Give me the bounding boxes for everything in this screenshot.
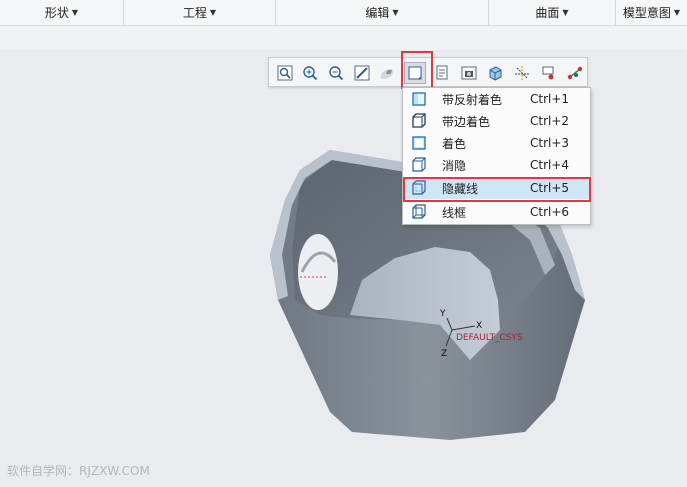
menu-item-label: 带反射着色 bbox=[442, 92, 503, 107]
hidden-line-icon bbox=[410, 179, 428, 197]
shading-icon bbox=[410, 134, 428, 152]
menu-item-label: 线框 bbox=[442, 205, 467, 220]
annotation-display-icon[interactable] bbox=[564, 62, 586, 84]
ribbon-group-surface[interactable]: 曲面 ▼ bbox=[489, 0, 616, 25]
ribbon-group-model-intent[interactable]: 模型意图 ▼ bbox=[616, 0, 687, 25]
zoom-out-icon[interactable] bbox=[325, 62, 347, 84]
csys-axis-x: X bbox=[476, 321, 482, 331]
no-hidden-icon bbox=[410, 156, 428, 174]
chevron-down-icon: ▼ bbox=[209, 8, 217, 17]
menu-item-no-hidden[interactable]: 消隐 Ctrl+4 bbox=[404, 154, 589, 176]
menu-item-hidden-line[interactable]: 隐藏线 Ctrl+5 bbox=[404, 177, 589, 199]
menu-item-wireframe[interactable]: 线框 Ctrl+6 bbox=[404, 201, 589, 223]
ribbon-group-engineering[interactable]: 工程 ▼ bbox=[124, 0, 276, 25]
chevron-down-icon: ▼ bbox=[673, 8, 681, 17]
chevron-down-icon: ▼ bbox=[392, 8, 399, 17]
perspective-icon[interactable] bbox=[376, 62, 398, 84]
menu-item-shortcut: Ctrl+1 bbox=[530, 92, 570, 106]
refit-icon[interactable] bbox=[274, 62, 296, 84]
menu-item-label: 消隐 bbox=[442, 158, 467, 173]
menu-item-label: 隐藏线 bbox=[442, 181, 479, 196]
spin-center-icon[interactable] bbox=[538, 62, 560, 84]
ribbon-group-label: 曲面 bbox=[535, 6, 560, 20]
ribbon-group-label: 形状 bbox=[44, 6, 69, 20]
menu-item-shading-edges[interactable]: 带边着色 Ctrl+2 bbox=[404, 110, 589, 132]
menu-item-label: 带边着色 bbox=[442, 114, 491, 129]
display-style-menu: 带反射着色 Ctrl+1 带边着色 Ctrl+2 着色 Ctrl+3 消隐 Ct… bbox=[402, 87, 591, 225]
graphics-toolbar bbox=[268, 57, 588, 87]
ribbon-group-label: 工程 bbox=[182, 6, 207, 20]
view-manager-icon[interactable] bbox=[458, 62, 480, 84]
watermark: 软件自学网：RJZXW.COM bbox=[7, 464, 150, 478]
menu-item-shortcut: Ctrl+5 bbox=[530, 181, 570, 195]
menu-item-shortcut: Ctrl+3 bbox=[530, 136, 570, 150]
ribbon-sub-bar bbox=[0, 26, 687, 50]
csys-axis-y: Y bbox=[439, 309, 446, 319]
shading-edges-icon bbox=[410, 112, 428, 130]
zoom-in-icon[interactable] bbox=[299, 62, 321, 84]
chevron-down-icon: ▼ bbox=[71, 8, 79, 17]
ribbon-group-shape[interactable]: 形状 ▼ bbox=[0, 0, 124, 25]
menu-item-shading-reflections[interactable]: 带反射着色 Ctrl+1 bbox=[404, 88, 589, 110]
menu-item-label: 着色 bbox=[442, 136, 467, 151]
ribbon-group-edit[interactable]: 编辑 ▼ bbox=[276, 0, 489, 25]
model-side-hole bbox=[298, 234, 338, 310]
saved-orientations-icon[interactable] bbox=[431, 62, 453, 84]
csys-axis-z: Z bbox=[441, 349, 447, 359]
named-view-icon[interactable] bbox=[484, 62, 506, 84]
repaint-icon[interactable] bbox=[351, 62, 373, 84]
chevron-down-icon: ▼ bbox=[562, 8, 569, 17]
csys-label: DEFAULT_CSYS bbox=[456, 333, 523, 343]
shading-reflections-icon bbox=[410, 90, 428, 108]
display-style-icon[interactable] bbox=[404, 62, 426, 84]
ribbon-group-label: 编辑 bbox=[365, 6, 390, 20]
ribbon-group-label: 模型意图 bbox=[622, 6, 671, 20]
menu-item-shortcut: Ctrl+6 bbox=[530, 205, 570, 219]
menu-item-shortcut: Ctrl+2 bbox=[530, 114, 570, 128]
menu-item-shortcut: Ctrl+4 bbox=[530, 158, 570, 172]
datum-display-icon[interactable] bbox=[511, 62, 533, 84]
menu-item-shading[interactable]: 着色 Ctrl+3 bbox=[404, 132, 589, 154]
ribbon-group-bar: 形状 ▼ 工程 ▼ 编辑 ▼ 曲面 ▼ 模型意图 ▼ bbox=[0, 0, 687, 26]
wireframe-icon bbox=[410, 203, 428, 221]
